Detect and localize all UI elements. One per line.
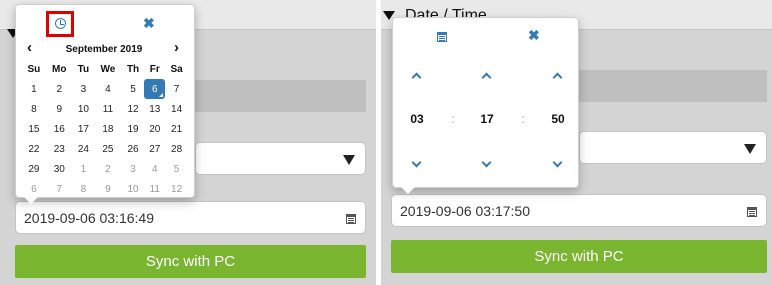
calendar-day[interactable]: 8: [22, 99, 46, 119]
prev-month-icon[interactable]: ‹: [27, 40, 32, 55]
calendar-day[interactable]: 6: [144, 79, 166, 99]
calendar-day[interactable]: 4: [144, 159, 165, 179]
calendar-day[interactable]: 17: [73, 119, 94, 139]
calendar-day[interactable]: 26: [122, 139, 145, 159]
timezone-select[interactable]: [195, 142, 366, 175]
close-icon[interactable]: ✖: [528, 28, 540, 42]
seconds-value[interactable]: 50: [538, 112, 578, 126]
minutes-value[interactable]: 17: [467, 112, 507, 126]
calendar-day[interactable]: 21: [165, 119, 188, 139]
time-separator: :: [451, 112, 455, 126]
calendar-day[interactable]: 4: [94, 79, 122, 99]
calendar-day[interactable]: 3: [73, 79, 94, 99]
calendar-day[interactable]: 29: [22, 159, 46, 179]
calendar-day[interactable]: 24: [73, 139, 94, 159]
calendar-day[interactable]: 20: [144, 119, 165, 139]
calendar-day[interactable]: 25: [94, 139, 122, 159]
calendar-day[interactable]: 9: [94, 179, 122, 199]
calendar-day[interactable]: 12: [122, 99, 145, 119]
calendar-day[interactable]: 30: [46, 159, 73, 179]
calendar-day[interactable]: 2: [94, 159, 122, 179]
popup-pointer: [401, 187, 415, 194]
seconds-decrement-icon[interactable]: [552, 157, 563, 168]
calendar-day[interactable]: 7: [46, 179, 73, 199]
calendar-day[interactable]: 16: [46, 119, 73, 139]
sync-with-pc-button[interactable]: Sync with PC: [391, 240, 767, 273]
calendar-day[interactable]: 11: [94, 99, 122, 119]
calendar-day[interactable]: 10: [73, 99, 94, 119]
weekday-label: Su: [27, 63, 41, 75]
weekday-label: Th: [126, 63, 140, 75]
calendar-day[interactable]: 10: [122, 179, 145, 199]
calendar-toggle-icon[interactable]: [437, 32, 447, 42]
calendar-day[interactable]: 5: [165, 159, 188, 179]
left-panel: 2019-09-06 03:16:49 Sync with PC ✖ ‹ Sep…: [0, 0, 376, 285]
weekday-label: Mo: [52, 63, 67, 75]
calendar-day[interactable]: 18: [94, 119, 122, 139]
hours-increment-icon[interactable]: [411, 72, 422, 83]
calendar-day[interactable]: 15: [22, 119, 46, 139]
calendar-day[interactable]: 22: [22, 139, 46, 159]
calendar-week-row: 1234567: [22, 79, 188, 99]
calendar-day[interactable]: 6: [22, 179, 46, 199]
weekday-label: Sa: [170, 63, 183, 75]
next-month-icon[interactable]: ›: [174, 40, 179, 55]
calendar-week-row: 15 16 17 18 19 20 21: [22, 119, 188, 139]
calendar-day[interactable]: 9: [46, 99, 73, 119]
calendar-day[interactable]: 8: [73, 179, 94, 199]
right-panel: Date / Time 2019-09-06 03:17:50 Sync wit…: [381, 0, 772, 285]
time-separator: :: [521, 112, 525, 126]
calendar-icon[interactable]: [747, 207, 757, 217]
calendar-week-row: 22 23 24 25 26 27 28: [22, 139, 188, 159]
calendar-day[interactable]: 12: [165, 179, 188, 199]
datetime-info-bar: [195, 80, 366, 112]
date-picker-popup: ✖ ‹ September 2019 › Su Mo Tu We Th Fr S…: [15, 4, 195, 204]
calendar-week-row: 8 9 10 11 12 13 14: [22, 99, 188, 119]
hours-value[interactable]: 03: [397, 112, 437, 126]
timezone-select[interactable]: [579, 131, 767, 164]
time-picker-popup: ✖ 03 : 17 : 50: [392, 17, 579, 194]
calendar-day[interactable]: 3: [122, 159, 145, 179]
calendar-icon[interactable]: [346, 214, 356, 224]
calendar-day[interactable]: 5: [122, 79, 145, 99]
dropdown-caret-icon[interactable]: [744, 144, 756, 154]
sync-with-pc-button[interactable]: Sync with PC: [15, 245, 366, 278]
popup-pointer: [24, 197, 38, 204]
calendar-day[interactable]: 1: [73, 159, 94, 179]
weekday-label: We: [100, 63, 116, 75]
calendar-day[interactable]: 19: [122, 119, 145, 139]
dropdown-caret-icon[interactable]: [343, 155, 355, 165]
hours-decrement-icon[interactable]: [411, 157, 422, 168]
datetime-input-value: 2019-09-06 03:17:50: [400, 203, 530, 219]
clock-icon[interactable]: [55, 18, 66, 29]
weekday-label: Fr: [149, 63, 160, 75]
calendar-day[interactable]: 23: [46, 139, 73, 159]
weekday-row: Su Mo Tu We Th Fr Sa: [22, 59, 188, 79]
calendar-week-row: 6 7 8 9 10 11 12: [22, 179, 188, 199]
minutes-decrement-icon[interactable]: [481, 157, 492, 168]
weekday-label: Tu: [77, 63, 90, 75]
calendar-day[interactable]: 7: [165, 79, 188, 99]
seconds-increment-icon[interactable]: [552, 72, 563, 83]
calendar-days: 1 2 3 4 5 6 7 8 9 10 11 12 13 14 15 16 17 18 19 20 21 22 23 24 2…: [22, 79, 188, 199]
calendar-day[interactable]: 14: [165, 99, 188, 119]
calendar-grid: Su Mo Tu We Th Fr Sa 1 2 3 4 5 6 7 8 9 10 11 12 13 14…: [22, 59, 188, 199]
minutes-increment-icon[interactable]: [481, 72, 492, 83]
month-title[interactable]: September 2019: [56, 44, 152, 55]
calendar-day[interactable]: 28: [165, 139, 188, 159]
clock-toggle-highlight[interactable]: [46, 11, 74, 37]
datetime-info-bar: [579, 70, 767, 102]
calendar-week-row: 29 30 1 2 3 4 5: [22, 159, 188, 179]
datetime-input[interactable]: 2019-09-06 03:17:50: [391, 194, 767, 227]
calendar-day[interactable]: 11: [144, 179, 165, 199]
calendar-day[interactable]: 27: [144, 139, 165, 159]
datetime-input[interactable]: 2019-09-06 03:16:49: [15, 201, 366, 234]
calendar-day[interactable]: 13: [144, 99, 165, 119]
calendar-day[interactable]: 1: [22, 79, 46, 99]
datetime-input-value: 2019-09-06 03:16:49: [24, 210, 154, 226]
close-icon[interactable]: ✖: [143, 16, 155, 30]
calendar-day[interactable]: 2: [46, 79, 73, 99]
